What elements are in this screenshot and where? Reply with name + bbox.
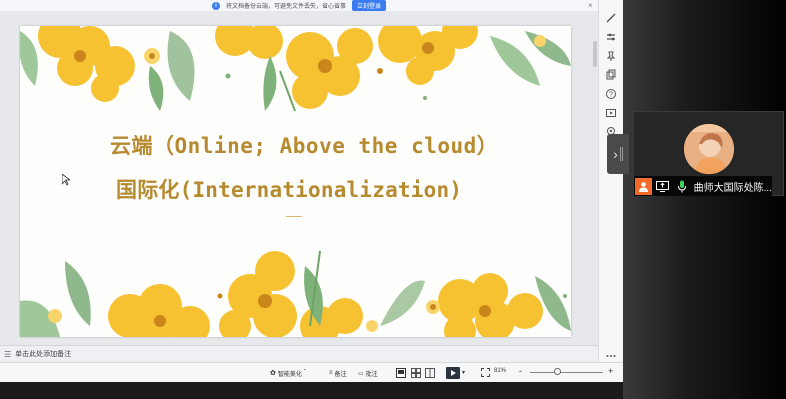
login-button[interactable]: 立刻登录: [352, 0, 387, 11]
notes-icon: ≡: [329, 370, 333, 376]
zoom-out-button[interactable]: -: [519, 366, 522, 376]
mouse-cursor-icon: [62, 174, 70, 186]
drag-handle-icon: [619, 147, 623, 161]
notes-placeholder[interactable]: 单击此处添加备注: [15, 349, 71, 359]
media-icon[interactable]: [605, 107, 617, 119]
cloud-backup-notice-bar: i 将文档备份云端，可避免文件丢失，省心省事 立刻登录: [0, 0, 598, 11]
notice-text: 将文档备份云端，可避免文件丢失，省心省事: [225, 4, 346, 10]
fit-screen-icon[interactable]: [481, 368, 490, 377]
pin-icon[interactable]: [605, 50, 617, 62]
participant-name: 曲师大国际处陈...: [693, 182, 772, 194]
chevron-down-icon[interactable]: ▾: [462, 369, 465, 376]
status-bar: ✿ 智能美化 ˆ ≡ 备注 ▭ 批注 ▾ 81% - +: [0, 362, 623, 382]
taskbar: [0, 382, 623, 399]
normal-view-icon[interactable]: [396, 368, 406, 378]
collapse-panel-button[interactable]: ›: [607, 134, 629, 174]
info-icon: i: [211, 1, 220, 10]
notes-bar[interactable]: ☰ 单击此处添加备注: [0, 345, 598, 362]
right-side-toolbar: ?: [598, 0, 623, 382]
zoom-slider-handle[interactable]: [554, 368, 561, 375]
play-slideshow-icon[interactable]: [446, 367, 460, 379]
person-icon: [635, 177, 652, 195]
participant-name-bar: 曲师大国际处陈...: [634, 176, 772, 196]
avatar: [684, 124, 734, 174]
chevron-up-icon: ˆ: [303, 370, 306, 376]
notes-toggle-icon[interactable]: ☰: [4, 350, 11, 359]
microphone-icon: [674, 178, 691, 195]
chevron-right-icon: ›: [613, 146, 618, 162]
smart-beautify-button[interactable]: ✿ 智能美化 ˆ: [270, 367, 306, 379]
zoom-in-button[interactable]: +: [608, 366, 613, 376]
slide-canvas: 云端（Online; Above the cloud） 国际化(Internat…: [0, 11, 598, 345]
sliders-icon[interactable]: [605, 31, 617, 43]
notes-button[interactable]: ≡ 备注: [329, 367, 347, 379]
scrollbar-thumb[interactable]: [593, 41, 597, 67]
slide[interactable]: 云端（Online; Above the cloud） 国际化(Internat…: [20, 26, 571, 337]
help-icon[interactable]: ?: [605, 88, 617, 100]
more-icon[interactable]: [605, 350, 617, 362]
copy-icon[interactable]: [605, 69, 617, 81]
slide-title-line1: 云端（Online; Above the cloud）: [110, 134, 499, 158]
brush-icon[interactable]: [605, 12, 617, 24]
slide-sorter-icon[interactable]: [411, 368, 421, 378]
close-icon[interactable]: ×: [588, 1, 593, 10]
slide-title-line2: 国际化(Internationalization): [116, 178, 463, 202]
comments-button[interactable]: ▭ 批注: [358, 367, 378, 379]
svg-text:?: ?: [609, 92, 613, 99]
participant-video-tile[interactable]: 曲师大国际处陈...: [633, 111, 784, 196]
reading-view-icon[interactable]: [425, 368, 435, 378]
zoom-level[interactable]: 81%: [494, 368, 506, 374]
meeting-panel: [623, 0, 786, 399]
comment-icon: ▭: [358, 370, 364, 377]
zoom-slider[interactable]: [530, 372, 603, 373]
screen-share-icon: [655, 178, 672, 195]
presentation-app-window: i 将文档备份云端，可避免文件丢失，省心省事 立刻登录 × 云端（Online;…: [0, 0, 623, 399]
beautify-icon: ✿: [270, 370, 276, 377]
title-divider: [286, 216, 302, 217]
